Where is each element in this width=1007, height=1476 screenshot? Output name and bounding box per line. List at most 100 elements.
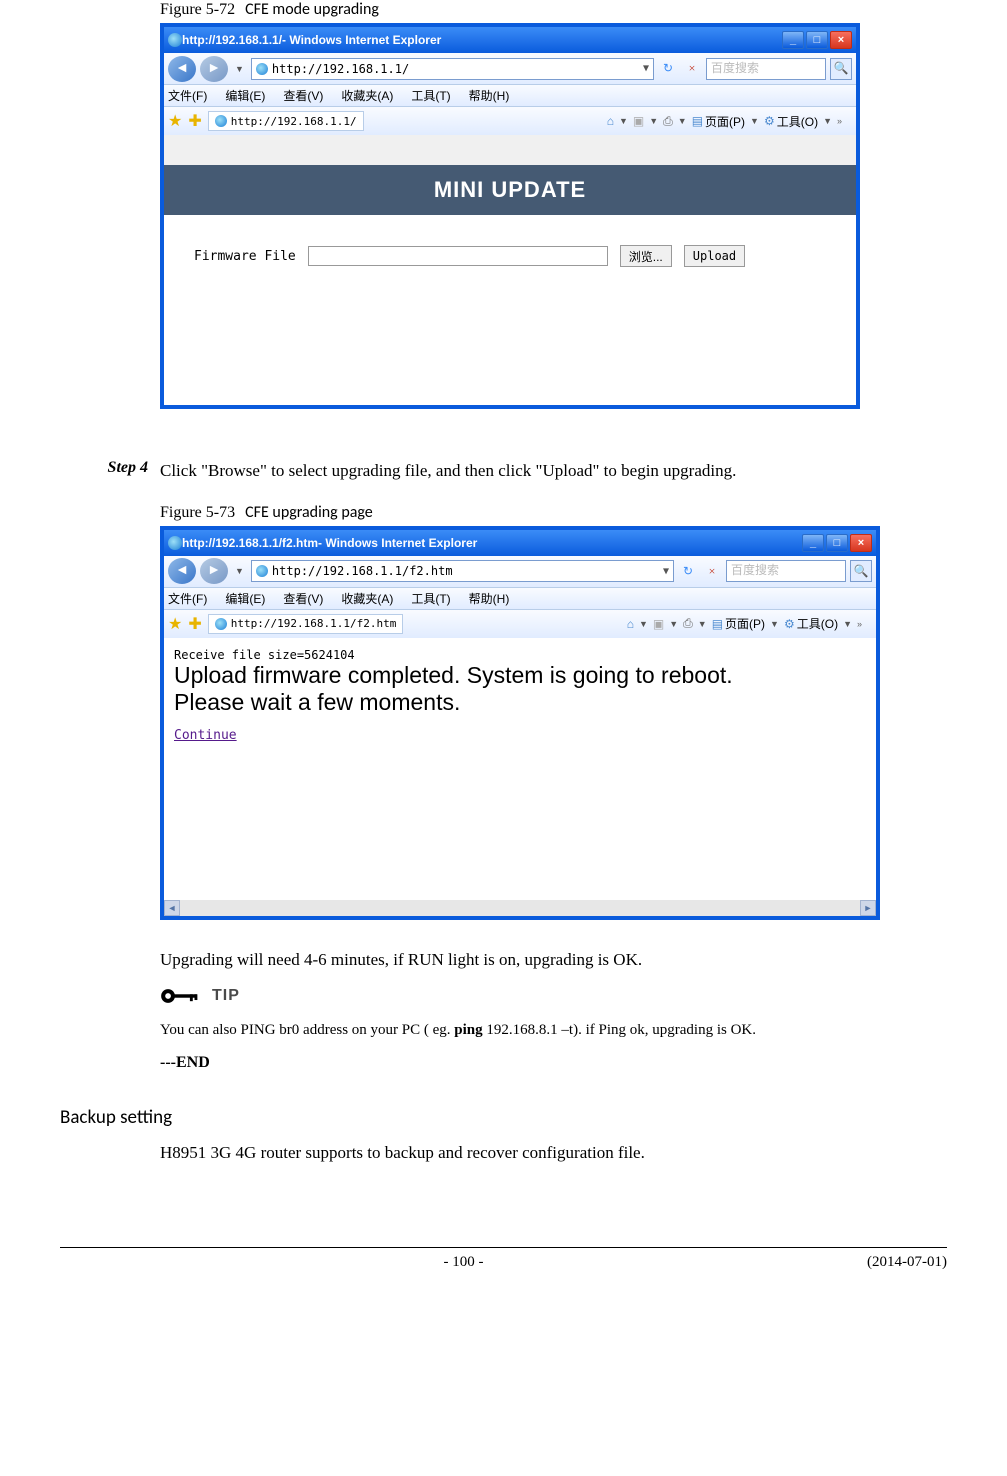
scroll-track[interactable]	[180, 900, 860, 916]
tools-menu-dropdown-icon[interactable]: ▼	[820, 116, 835, 126]
forward-button[interactable]: ►	[200, 56, 228, 82]
address-dropdown-icon[interactable]: ▼	[643, 63, 649, 74]
search-box[interactable]: 百度搜索	[706, 58, 826, 80]
menu-view[interactable]: 查看(V)	[283, 87, 323, 104]
nav-dropdown-icon[interactable]: ▼	[232, 64, 247, 74]
upgrading-note: Upgrading will need 4-6 minutes, if RUN …	[160, 950, 947, 970]
add-favorite-icon[interactable]: ✚	[188, 614, 201, 634]
browser-tab[interactable]: http://192.168.1.1/	[208, 111, 364, 131]
ie-favbar-2: ★ ✚ http://192.168.1.1/f2.htm ⌂▼ ▣▼ ⎙▼ ▤…	[164, 610, 876, 638]
maximize-button[interactable]: □	[826, 534, 848, 552]
menu-file[interactable]: 文件(F)	[168, 590, 207, 607]
upload-button[interactable]: Upload	[684, 245, 745, 267]
overflow-icon[interactable]: »	[857, 619, 862, 629]
stop-button[interactable]: ×	[702, 561, 722, 581]
page-content-1: MINI UPDATE Firmware File 浏览... Upload	[164, 165, 856, 405]
address-dropdown-icon[interactable]: ▼	[663, 566, 669, 577]
horizontal-scrollbar[interactable]: ◄ ►	[164, 900, 876, 916]
browse-button[interactable]: 浏览...	[620, 245, 672, 267]
minimize-button[interactable]: _	[782, 31, 804, 49]
favorites-star-icon[interactable]: ★	[168, 111, 182, 131]
tab-title: http://192.168.1.1/	[231, 115, 357, 128]
refresh-button[interactable]: ↻	[658, 59, 678, 79]
tip-block: TIP You can also PING br0 address on you…	[160, 984, 947, 1045]
scroll-left-button[interactable]: ◄	[164, 900, 180, 916]
close-button[interactable]: ×	[850, 534, 872, 552]
firmware-label: Firmware File	[194, 249, 296, 264]
stop-button[interactable]: ×	[682, 59, 702, 79]
section-body-backup: H8951 3G 4G router supports to backup an…	[160, 1143, 947, 1163]
menu-tools[interactable]: 工具(T)	[411, 590, 450, 607]
minimize-button[interactable]: _	[802, 534, 824, 552]
ie-titlebar: http://192.168.1.1/ - Windows Internet E…	[164, 27, 856, 53]
mini-update-banner: MINI UPDATE	[164, 165, 856, 215]
ie-menubar: 文件(F) 编辑(E) 查看(V) 收藏夹(A) 工具(T) 帮助(H)	[164, 85, 856, 107]
window-title-url: http://192.168.1.1/	[182, 33, 282, 47]
menu-view[interactable]: 查看(V)	[283, 590, 323, 607]
add-favorite-icon[interactable]: ✚	[188, 111, 201, 131]
tools-icon[interactable]: ⚙	[764, 114, 775, 128]
nav-dropdown-icon[interactable]: ▼	[232, 566, 247, 576]
figure-caption-1: Figure 5-72 CFE mode upgrading	[160, 0, 947, 19]
tools-icon[interactable]: ⚙	[784, 617, 795, 631]
menu-edit[interactable]: 编辑(E)	[225, 590, 265, 607]
tools-menu-label[interactable]: 工具(O)	[777, 113, 818, 130]
page-menu-label[interactable]: 页面(P)	[725, 615, 765, 632]
firmware-file-input[interactable]	[308, 246, 608, 266]
maximize-button[interactable]: □	[806, 31, 828, 49]
ie-window-1: http://192.168.1.1/ - Windows Internet E…	[160, 23, 860, 409]
page-menu-icon[interactable]: ▤	[712, 617, 723, 631]
ie-icon	[168, 536, 182, 550]
page-number: - 100 -	[444, 1254, 484, 1271]
figure-number: Figure 5-72	[160, 1, 235, 18]
page-content-2: Receive file size=5624104 Upload firmwar…	[164, 638, 876, 916]
figure-number-2: Figure 5-73	[160, 504, 235, 521]
figure-title: CFE mode upgrading	[245, 0, 379, 19]
home-dropdown-icon[interactable]: ▼	[616, 116, 631, 126]
overflow-icon[interactable]: »	[837, 116, 842, 126]
page-menu-icon[interactable]: ▤	[692, 114, 703, 128]
print-dropdown-icon[interactable]: ▼	[675, 116, 690, 126]
tab-favicon-icon	[215, 618, 227, 630]
menu-favorites[interactable]: 收藏夹(A)	[341, 590, 393, 607]
refresh-button[interactable]: ↻	[678, 561, 698, 581]
page-menu-dropdown-icon[interactable]: ▼	[747, 116, 762, 126]
menu-file[interactable]: 文件(F)	[168, 87, 207, 104]
menu-tools[interactable]: 工具(T)	[411, 87, 450, 104]
feed-dropdown-icon[interactable]: ▼	[646, 116, 661, 126]
feed-icon[interactable]: ▣	[653, 617, 664, 631]
favorites-star-icon[interactable]: ★	[168, 614, 182, 634]
ie-icon	[168, 33, 182, 47]
scroll-right-button[interactable]: ►	[860, 900, 876, 916]
receive-file-size-text: Receive file size=5624104	[164, 638, 876, 662]
window-title-url: http://192.168.1.1/f2.htm	[182, 536, 318, 550]
address-bar[interactable]: http://192.168.1.1/ ▼	[251, 58, 654, 80]
ie-window-2: http://192.168.1.1/f2.htm - Windows Inte…	[160, 526, 880, 920]
back-button[interactable]: ◄	[168, 56, 196, 82]
menu-favorites[interactable]: 收藏夹(A)	[341, 87, 393, 104]
home-icon[interactable]: ⌂	[627, 617, 634, 631]
menu-edit[interactable]: 编辑(E)	[225, 87, 265, 104]
feed-icon[interactable]: ▣	[633, 114, 644, 128]
browser-tab[interactable]: http://192.168.1.1/f2.htm	[208, 614, 404, 634]
menu-help[interactable]: 帮助(H)	[469, 590, 510, 607]
forward-button[interactable]: ►	[200, 558, 228, 584]
page-menu-label[interactable]: 页面(P)	[705, 113, 745, 130]
page-icon	[256, 565, 268, 577]
address-bar[interactable]: http://192.168.1.1/f2.htm ▼	[251, 560, 674, 582]
continue-link[interactable]: Continue	[164, 716, 876, 755]
back-button[interactable]: ◄	[168, 558, 196, 584]
print-icon[interactable]: ⎙	[663, 114, 673, 129]
tip-text: You can also PING br0 address on your PC…	[160, 1016, 947, 1045]
search-button[interactable]: 🔍	[850, 560, 872, 582]
search-button[interactable]: 🔍	[830, 58, 852, 80]
home-icon[interactable]: ⌂	[607, 114, 614, 128]
ie-menubar-2: 文件(F) 编辑(E) 查看(V) 收藏夹(A) 工具(T) 帮助(H)	[164, 588, 876, 610]
close-button[interactable]: ×	[830, 31, 852, 49]
page-icon	[256, 63, 268, 75]
print-icon[interactable]: ⎙	[683, 616, 693, 631]
search-box[interactable]: 百度搜索	[726, 560, 846, 582]
menu-help[interactable]: 帮助(H)	[469, 87, 510, 104]
tools-menu-label[interactable]: 工具(O)	[797, 615, 838, 632]
figure-2: http://192.168.1.1/f2.htm - Windows Inte…	[160, 526, 947, 920]
